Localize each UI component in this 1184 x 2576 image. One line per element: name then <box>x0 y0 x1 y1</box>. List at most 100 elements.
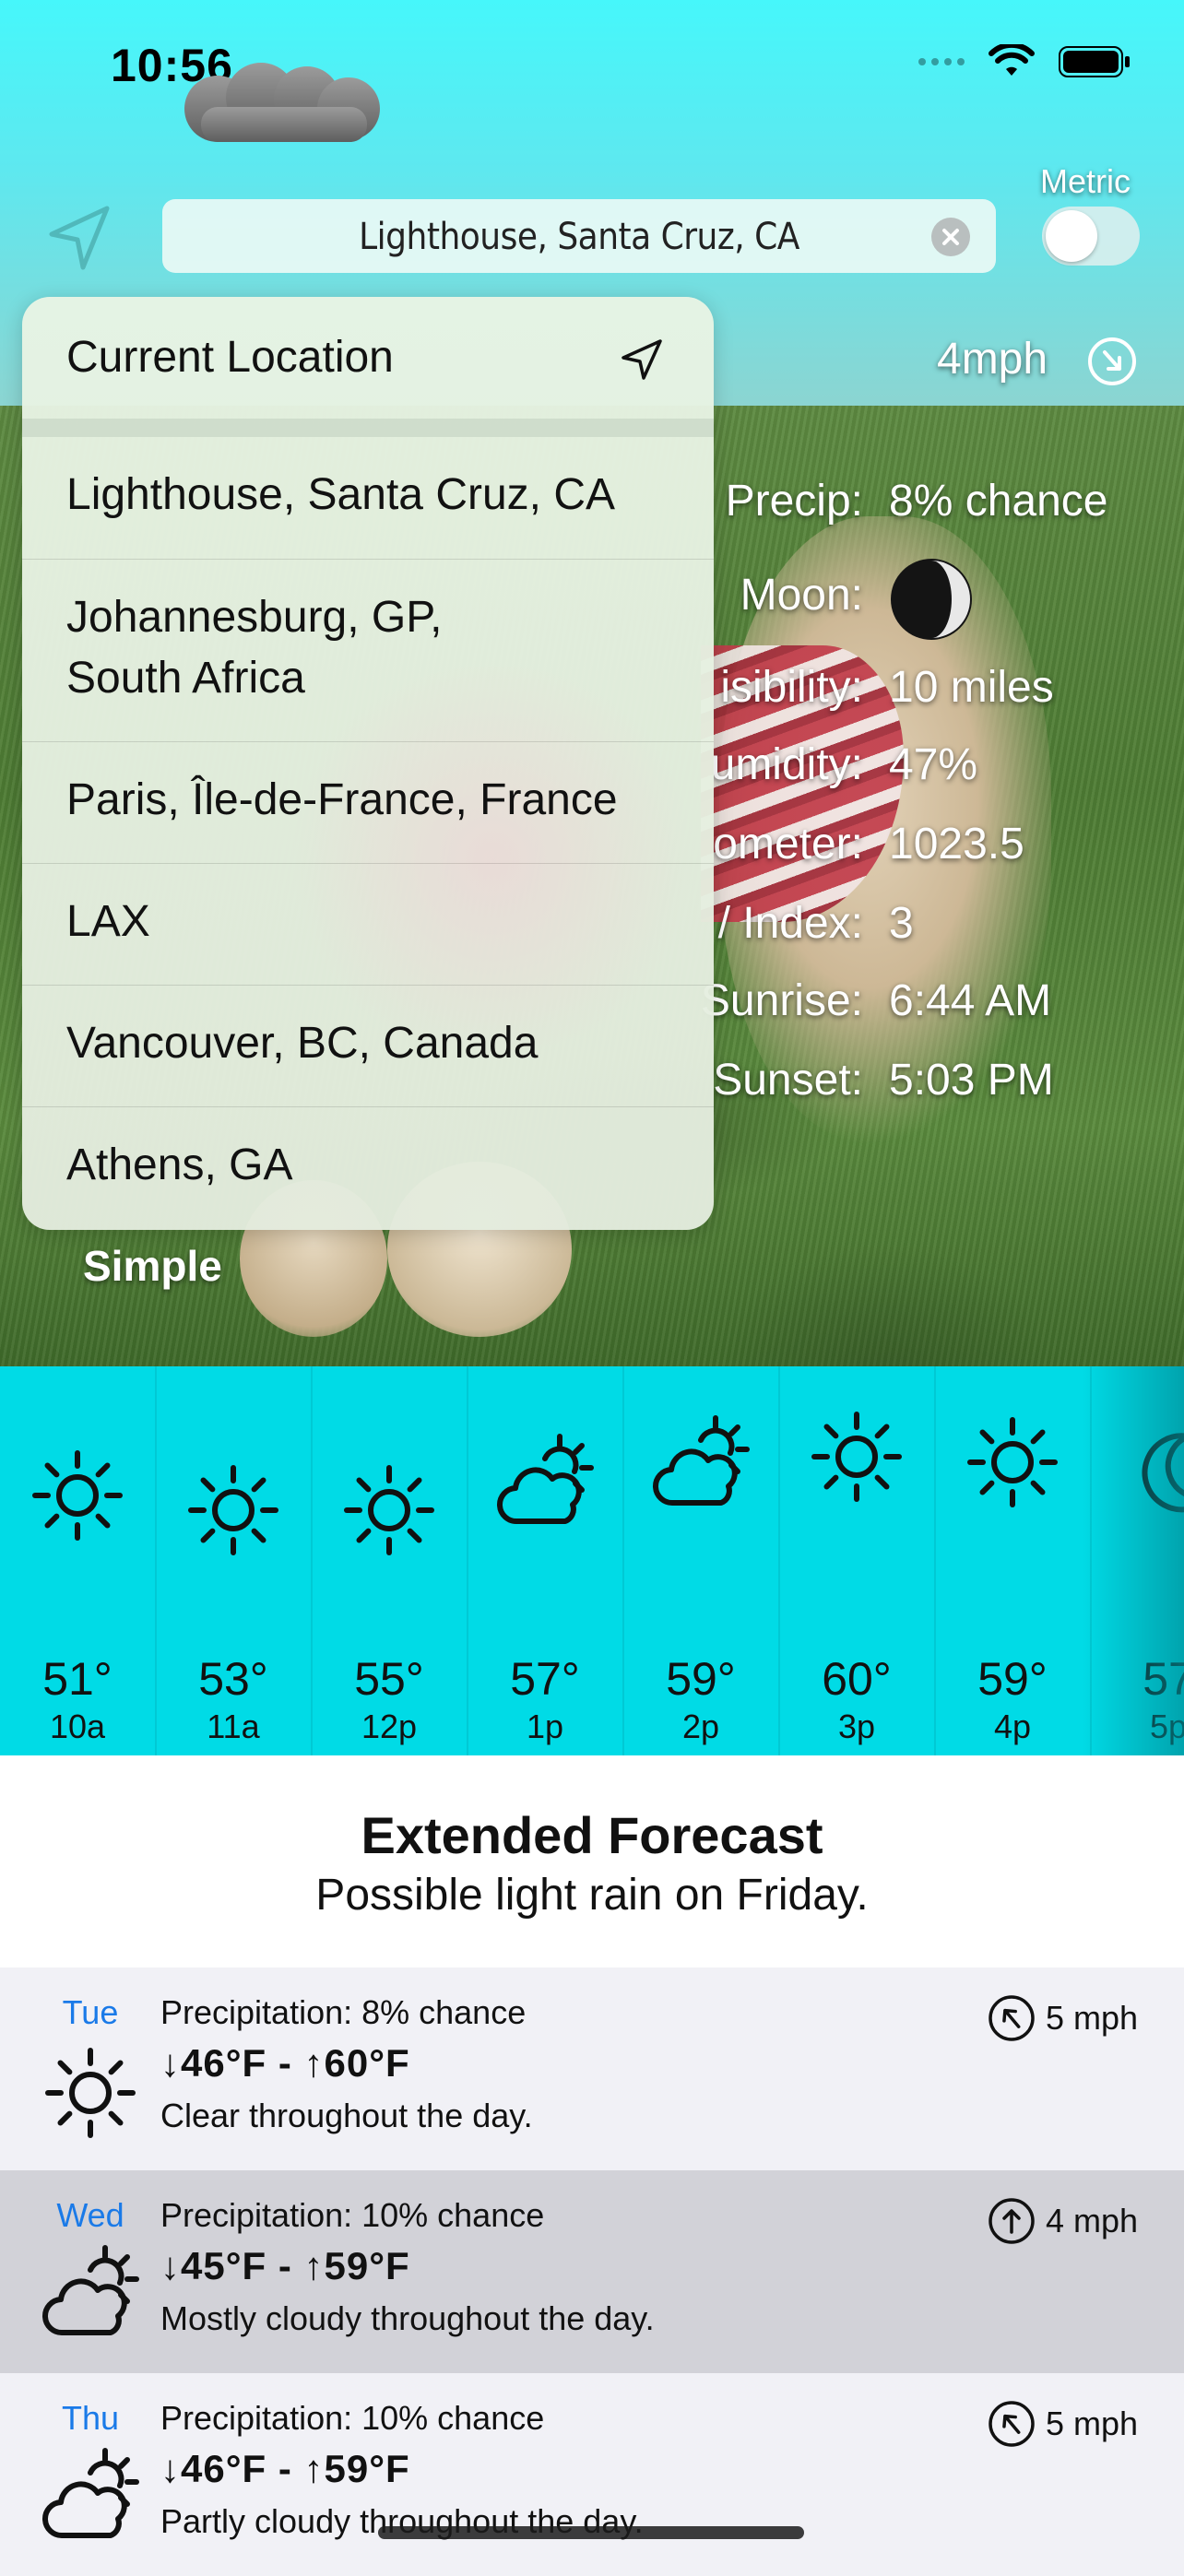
partly-cloudy-icon <box>41 2448 139 2539</box>
location-option[interactable]: Paris, Île-de-France, France <box>22 741 714 864</box>
home-indicator <box>378 2526 804 2539</box>
current-location-option[interactable]: Current Location <box>22 297 714 419</box>
day-wind-speed: 5 mph <box>1046 2405 1139 2442</box>
detail-label: isibility: <box>720 663 863 712</box>
simple-mode-button[interactable]: Simple <box>83 1241 222 1291</box>
hour-time: 11a <box>207 1707 260 1745</box>
wind-direction-icon <box>989 2198 1035 2244</box>
day-temperature-range: ↓46°F - ↑59°F <box>160 2447 410 2490</box>
detail-label: / Index: <box>717 899 863 948</box>
hour-temp: 51° <box>42 1653 112 1705</box>
day-description: Mostly cloudy throughout the day. <box>160 2299 655 2337</box>
hour-time: 1p <box>526 1707 564 1745</box>
partly-cloudy-icon <box>652 1415 750 1507</box>
hourly-forecast[interactable]: 51°10a53°11a55°12p57°1p59°2p60°3p59°4p57… <box>0 1366 1184 1755</box>
detail-label: umidity: <box>710 740 863 789</box>
day-name: Thu <box>61 2399 120 2437</box>
day-description: Clear throughout the day. <box>160 2097 533 2134</box>
location-arrow-icon[interactable] <box>42 201 116 275</box>
moon-phase-icon <box>891 559 972 640</box>
detail-value: 10 miles <box>889 663 1054 712</box>
hour-time: 10a <box>49 1707 106 1745</box>
metric-label: Metric <box>1040 162 1131 200</box>
cloud-icon <box>184 63 380 142</box>
location-option-label: Athens, GA <box>66 1140 293 1189</box>
wind-direction-icon <box>1088 337 1136 385</box>
day-precipitation: Precipitation: 10% chance <box>160 2399 545 2437</box>
day-temperature-range: ↓45°F - ↑59°F <box>160 2244 410 2287</box>
hour-temp: 60° <box>822 1653 892 1705</box>
hour-time: 2p <box>681 1707 720 1745</box>
location-option[interactable]: Vancouver, BC, Canada <box>22 985 714 1107</box>
detail-label: ometer: <box>713 820 863 869</box>
wind-direction-icon <box>989 2401 1035 2447</box>
location-option-label: Paris, Île-de-France, France <box>66 775 618 824</box>
location-option[interactable]: Johannesburg, GP, South Africa <box>22 559 714 742</box>
hour-cell: 55° 12p <box>312 1366 468 1755</box>
day-row[interactable]: Thu Precipitation: 10% chance ↓46°F - ↑5… <box>0 2373 1184 2576</box>
search-input[interactable]: Lighthouse, Santa Cruz, CA <box>162 216 996 258</box>
search-field[interactable]: Lighthouse, Santa Cruz, CA <box>162 199 996 273</box>
location-arrow-icon <box>622 339 662 380</box>
extended-forecast-summary: Possible light rain on Friday. <box>315 1871 869 1920</box>
dropdown-separator <box>22 419 714 437</box>
location-option-label: South Africa <box>66 654 305 703</box>
sun-icon <box>32 1450 123 1541</box>
day-precipitation: Precipitation: 8% chance <box>160 1993 527 2031</box>
status-icons <box>918 44 1131 79</box>
detail-value: 6:44 AM <box>889 976 1052 1025</box>
day-row[interactable]: Wed Precipitation: 10% chance ↓45°F - ↑5… <box>0 2170 1184 2373</box>
hour-time: 4p <box>993 1707 1032 1745</box>
detail-label: Sunrise: <box>700 976 863 1025</box>
hour-cell: 51° 10a <box>0 1366 157 1755</box>
detail-label: Moon: <box>740 571 863 620</box>
location-option-label: Lighthouse, Santa Cruz, CA <box>66 470 616 519</box>
day-wind-speed: 5 mph <box>1046 1999 1139 2037</box>
hour-temp: 53° <box>198 1653 268 1705</box>
hour-temp: 55° <box>354 1653 424 1705</box>
location-dropdown: Current Location Lighthouse, Santa Cruz,… <box>22 297 714 1230</box>
wifi-icon <box>989 44 1035 76</box>
day-name: Wed <box>56 2196 124 2234</box>
hour-cell: 60° 3p <box>779 1366 936 1755</box>
partly-cloudy-icon <box>41 2245 139 2336</box>
detail-value: 8% chance <box>889 477 1108 526</box>
sun-icon <box>188 1465 278 1555</box>
hour-time: 12p <box>361 1707 418 1745</box>
hour-temp: 59° <box>666 1653 736 1705</box>
location-option[interactable]: Lighthouse, Santa Cruz, CA <box>22 437 714 559</box>
hour-cell: 59° 2p <box>623 1366 780 1755</box>
sun-icon <box>344 1465 434 1555</box>
sun-icon <box>967 1417 1058 1507</box>
detail-value: 3 <box>889 899 914 948</box>
location-option-label: Vancouver, BC, Canada <box>66 1019 539 1068</box>
location-option-label: Johannesburg, GP, <box>66 593 443 642</box>
hour-temp: 57° <box>510 1653 580 1705</box>
day-temperature-range: ↓46°F - ↑60°F <box>160 2041 410 2085</box>
location-option[interactable]: LAX <box>22 863 714 986</box>
clear-icon[interactable] <box>931 218 970 256</box>
detail-value: 5:03 PM <box>889 1056 1054 1105</box>
toggle-knob <box>1046 210 1097 262</box>
partly-cloudy-icon <box>496 1434 594 1525</box>
detail-label: Precip: <box>725 477 863 526</box>
day-row[interactable]: Tue Precipitation: 8% chance ↓46°F - ↑60… <box>0 1967 1184 2170</box>
location-option[interactable]: Athens, GA <box>22 1106 714 1230</box>
scroll-fade <box>1083 1366 1184 1755</box>
detail-label: Sunset: <box>713 1056 863 1105</box>
current-location-label: Current Location <box>66 333 394 382</box>
hour-temp: 59° <box>977 1653 1048 1705</box>
wind-speed: 4mph <box>937 335 1048 384</box>
day-wind-speed: 4 mph <box>1046 2202 1139 2239</box>
location-option-label: LAX <box>66 897 150 946</box>
sun-icon <box>45 2048 136 2138</box>
hour-cell: 53° 11a <box>156 1366 313 1755</box>
hour-cell: 57° 1p <box>468 1366 624 1755</box>
detail-value: 1023.5 <box>889 820 1024 869</box>
day-name: Tue <box>62 1993 119 2031</box>
extended-forecast-title: Extended Forecast <box>361 1806 823 1864</box>
hour-time: 3p <box>837 1707 876 1745</box>
day-precipitation: Precipitation: 10% chance <box>160 2196 545 2234</box>
wind-direction-icon <box>989 1995 1035 2041</box>
metric-toggle[interactable] <box>1042 207 1140 266</box>
